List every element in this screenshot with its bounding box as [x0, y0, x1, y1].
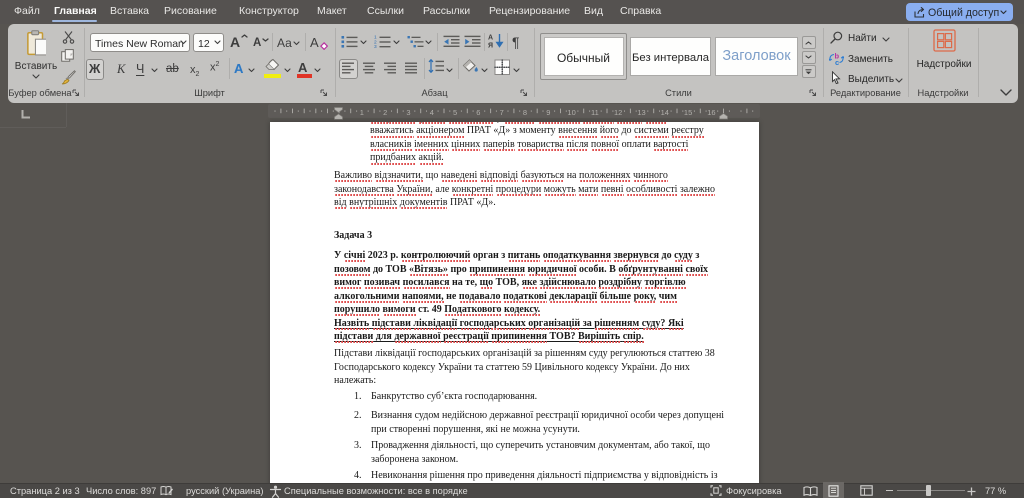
svg-text:Я: Я — [488, 43, 493, 49]
svg-text:c: c — [835, 58, 839, 65]
svg-text:А: А — [488, 35, 493, 42]
svg-text:3: 3 — [374, 44, 377, 48]
